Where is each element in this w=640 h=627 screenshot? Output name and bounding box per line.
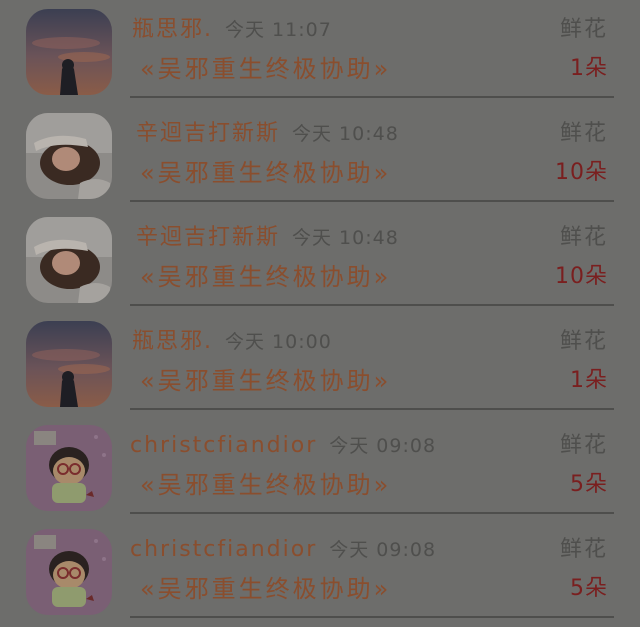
gift-type: 鲜花 bbox=[559, 121, 608, 146]
gift-record-row[interactable]: christcfiandior 今天 09:08 «吴邪重生终极协助» 鲜花 5朵 bbox=[0, 416, 640, 520]
gift-type: 鲜花 bbox=[559, 433, 608, 458]
book-title: «吴邪重生终极协助» bbox=[140, 367, 392, 395]
divider bbox=[130, 96, 614, 98]
send-time: 今天 10:48 bbox=[292, 227, 399, 249]
sender-name: christcfiandior 今天 09:08 bbox=[130, 433, 437, 458]
lying-girl-avatar-image bbox=[26, 113, 112, 199]
book-title: «吴邪重生终极协助» bbox=[140, 55, 392, 83]
book-title: «吴邪重生终极协助» bbox=[140, 263, 392, 291]
gift-record-row[interactable]: 辛迴吉打新斯 今天 10:48 «吴邪重生终极协助» 鲜花 10朵 bbox=[0, 104, 640, 208]
gift-type: 鲜花 bbox=[559, 537, 608, 562]
sunset-avatar-image bbox=[26, 9, 112, 95]
gift-count: 5朵 bbox=[570, 472, 608, 497]
gift-type: 鲜花 bbox=[559, 225, 608, 250]
send-time: 今天 11:07 bbox=[225, 19, 332, 41]
cartoon-kid-avatar-image bbox=[26, 529, 112, 615]
sunset-avatar-image bbox=[26, 321, 112, 407]
send-time: 今天 10:48 bbox=[292, 123, 399, 145]
send-time: 今天 09:08 bbox=[329, 435, 437, 457]
book-title: «吴邪重生终极协助» bbox=[140, 575, 392, 603]
gift-record-row[interactable]: 辛迴吉打新斯 今天 10:48 «吴邪重生终极协助» 鲜花 10朵 bbox=[0, 208, 640, 312]
avatar[interactable] bbox=[26, 529, 112, 615]
gift-count: 10朵 bbox=[555, 160, 608, 185]
gift-record-row[interactable]: 瓶思邪. 今天 10:00 «吴邪重生终极协助» 鲜花 1朵 bbox=[0, 312, 640, 416]
book-title: «吴邪重生终极协助» bbox=[140, 159, 392, 187]
sender-name: 瓶思邪. 今天 10:00 bbox=[132, 329, 332, 354]
gift-count: 5朵 bbox=[570, 576, 608, 601]
avatar[interactable] bbox=[26, 425, 112, 511]
avatar[interactable] bbox=[26, 113, 112, 199]
gift-type: 鲜花 bbox=[559, 329, 608, 354]
divider bbox=[130, 512, 614, 514]
gift-record-row[interactable]: 瓶思邪. 今天 11:07 «吴邪重生终极协助» 鲜花 1朵 bbox=[0, 0, 640, 104]
sender-name: christcfiandior 今天 09:08 bbox=[130, 537, 437, 562]
avatar[interactable] bbox=[26, 217, 112, 303]
cartoon-kid-avatar-image bbox=[26, 425, 112, 511]
avatar[interactable] bbox=[26, 9, 112, 95]
gift-type: 鲜花 bbox=[559, 17, 608, 42]
sender-name: 瓶思邪. 今天 11:07 bbox=[132, 17, 332, 42]
avatar[interactable] bbox=[26, 321, 112, 407]
gift-count: 1朵 bbox=[570, 56, 608, 81]
gift-record-list: 瓶思邪. 今天 11:07 «吴邪重生终极协助» 鲜花 1朵 辛迴吉打新斯 今天 1… bbox=[0, 0, 640, 627]
book-title: «吴邪重生终极协助» bbox=[140, 471, 392, 499]
divider bbox=[130, 304, 614, 306]
divider bbox=[130, 200, 614, 202]
gift-record-row[interactable]: christcfiandior 今天 09:08 «吴邪重生终极协助» 鲜花 5朵 bbox=[0, 520, 640, 624]
send-time: 今天 09:08 bbox=[329, 539, 437, 561]
send-time: 今天 10:00 bbox=[225, 331, 332, 353]
divider bbox=[130, 408, 614, 410]
lying-girl-avatar-image bbox=[26, 217, 112, 303]
gift-count: 1朵 bbox=[570, 368, 608, 393]
sender-name: 辛迴吉打新斯 今天 10:48 bbox=[136, 121, 399, 146]
sender-name: 辛迴吉打新斯 今天 10:48 bbox=[136, 225, 399, 250]
divider bbox=[130, 616, 614, 618]
gift-count: 10朵 bbox=[555, 264, 608, 289]
